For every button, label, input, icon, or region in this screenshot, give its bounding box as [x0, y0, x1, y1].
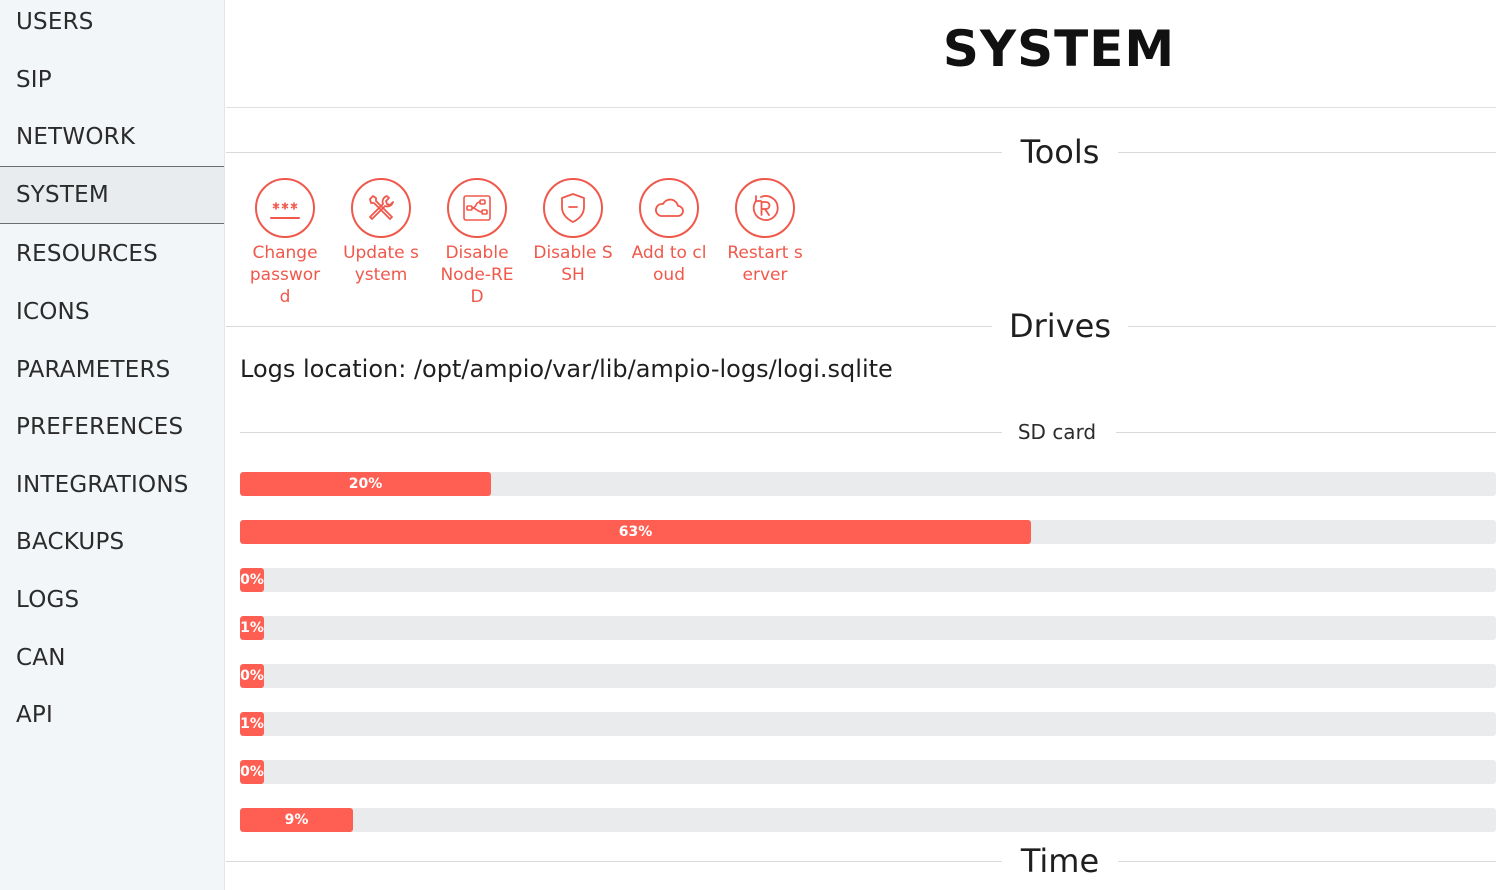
header-divider: [226, 107, 1496, 108]
usage-bar: 0%: [240, 664, 1496, 688]
sidebar-item-backups[interactable]: BACKUPS: [0, 513, 224, 571]
add-to-cloud-button[interactable]: Add to cloud: [629, 178, 709, 286]
usage-bar: 63%: [240, 520, 1496, 544]
divider: [240, 432, 1002, 433]
usage-bar: 0%: [240, 568, 1496, 592]
tools-section-header: Tools: [226, 132, 1496, 172]
disable-ssh-label: Disable SSH: [533, 243, 613, 285]
divider: [226, 152, 1002, 153]
divider: [1116, 432, 1496, 433]
logs-location-text: Logs location: /opt/ampio/var/lib/ampio-…: [240, 355, 893, 383]
change-password-label: Change password: [249, 243, 321, 307]
usage-bar: 9%: [240, 808, 1496, 832]
sd-card-heading: SD card: [1017, 420, 1097, 444]
divider: [1128, 326, 1496, 327]
disable-node-red-label: Disable Node-RED: [440, 243, 514, 307]
usage-bar-fill: 9%: [240, 808, 353, 832]
tools-heading: Tools: [1020, 133, 1100, 171]
sidebar-item-logs[interactable]: LOGS: [0, 571, 224, 629]
restart-server-label: Restart server: [727, 243, 803, 285]
cloud-icon: [639, 178, 699, 238]
usage-bar: 20%: [240, 472, 1496, 496]
sidebar-item-integrations[interactable]: INTEGRATIONS: [0, 456, 224, 514]
sidebar-item-api[interactable]: API: [0, 686, 224, 744]
usage-bar: 1%: [240, 712, 1496, 736]
usage-bar-fill: 0%: [240, 760, 264, 784]
update-system-button[interactable]: Update system: [341, 178, 421, 286]
shield-icon: [543, 178, 603, 238]
sidebar: USERS SIP NETWORK SYSTEM RESOURCES ICONS…: [0, 0, 225, 890]
sidebar-item-system[interactable]: SYSTEM: [0, 166, 224, 224]
time-heading: Time: [1020, 842, 1100, 880]
sidebar-item-icons[interactable]: ICONS: [0, 283, 224, 341]
restart-icon: [735, 178, 795, 238]
sidebar-item-can[interactable]: CAN: [0, 629, 224, 687]
password-icon: [255, 178, 315, 238]
sidebar-item-resources[interactable]: RESOURCES: [0, 225, 224, 283]
wrench-screwdriver-icon: [351, 178, 411, 238]
usage-bar: 1%: [240, 616, 1496, 640]
sidebar-item-parameters[interactable]: PARAMETERS: [0, 341, 224, 399]
update-system-label: Update system: [343, 243, 419, 285]
sd-card-header: SD card: [240, 418, 1496, 446]
restart-server-button[interactable]: Restart server: [725, 178, 805, 286]
usage-bar-fill: 0%: [240, 664, 264, 688]
divider: [226, 326, 992, 327]
usage-bar-fill: 63%: [240, 520, 1031, 544]
usage-bar-fill: 1%: [240, 712, 264, 736]
drives-heading: Drives: [1009, 307, 1111, 345]
sidebar-item-sip[interactable]: SIP: [0, 51, 224, 109]
sidebar-item-network[interactable]: NETWORK: [0, 108, 224, 166]
drives-section-header: Drives: [226, 306, 1496, 346]
disable-ssh-button[interactable]: Disable SSH: [533, 178, 613, 286]
change-password-button[interactable]: Change password: [245, 178, 325, 308]
page-title: SYSTEM: [942, 20, 1176, 78]
divider: [226, 861, 1002, 862]
node-red-icon: [447, 178, 507, 238]
divider: [1118, 152, 1496, 153]
usage-bar: 0%: [240, 760, 1496, 784]
usage-bar-fill: 1%: [240, 616, 264, 640]
divider: [1118, 861, 1496, 862]
usage-bar-fill: 0%: [240, 568, 264, 592]
sidebar-item-users[interactable]: USERS: [0, 0, 224, 51]
sidebar-item-preferences[interactable]: PREFERENCES: [0, 398, 224, 456]
time-section-header: Time: [226, 841, 1496, 881]
usage-bar-fill: 20%: [240, 472, 491, 496]
add-to-cloud-label: Add to cloud: [631, 243, 707, 285]
main-content: SYSTEM Tools Change password Update syst…: [226, 0, 1496, 890]
disable-node-red-button[interactable]: Disable Node-RED: [437, 178, 517, 308]
